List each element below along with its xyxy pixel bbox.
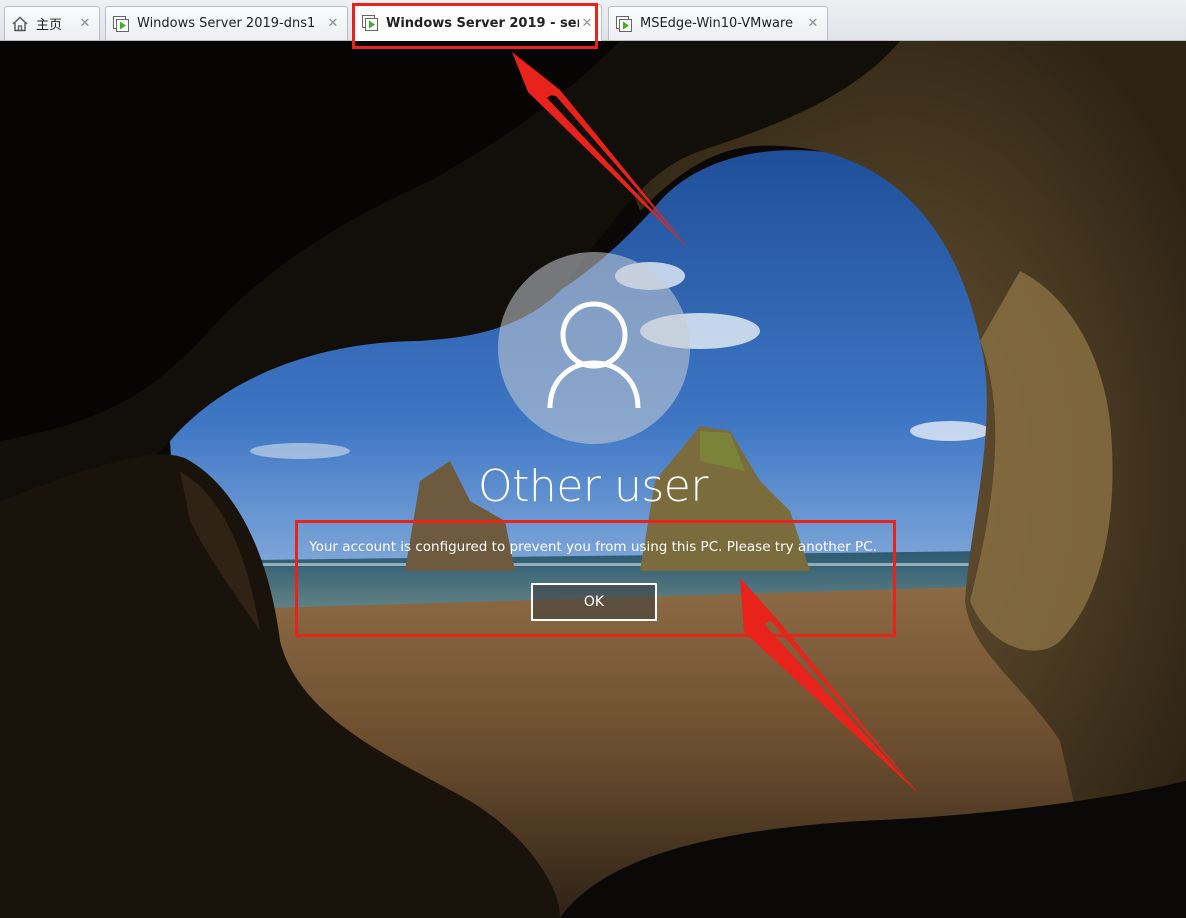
vm-display[interactable]: Other user Your account is configured to… bbox=[0, 41, 1186, 918]
tab-vm-dns1[interactable]: Windows Server 2019-dns1 ✕ bbox=[105, 6, 348, 40]
tab-label: Windows Server 2019-dns1 bbox=[137, 16, 316, 31]
vm-running-icon bbox=[112, 15, 130, 33]
ok-button[interactable]: OK bbox=[531, 583, 657, 621]
vm-running-icon bbox=[361, 14, 379, 32]
tab-vm-msedge[interactable]: MSEdge-Win10-VMware ✕ bbox=[608, 6, 828, 40]
vm-running-icon bbox=[615, 15, 633, 33]
tab-label: MSEdge-Win10-VMware bbox=[640, 16, 794, 31]
close-icon[interactable]: ✕ bbox=[77, 16, 93, 31]
tab-home[interactable]: 主页 ✕ bbox=[4, 6, 100, 40]
vm-tab-bar: 主页 ✕ Windows Server 2019-dns1 ✕ Windows … bbox=[0, 0, 1186, 41]
tab-vm-server-active[interactable]: Windows Server 2019 - ser... ✕ bbox=[354, 4, 602, 41]
user-avatar bbox=[498, 252, 690, 444]
user-name: Other user bbox=[478, 461, 708, 512]
close-icon[interactable]: ✕ bbox=[579, 16, 595, 31]
tab-home-label: 主页 bbox=[36, 18, 63, 33]
close-icon[interactable]: ✕ bbox=[805, 16, 821, 31]
error-message: Your account is configured to prevent yo… bbox=[309, 539, 877, 555]
close-icon[interactable]: ✕ bbox=[325, 16, 341, 31]
tab-label: Windows Server 2019 - ser... bbox=[386, 15, 579, 31]
home-icon bbox=[11, 15, 29, 33]
user-silhouette-icon bbox=[547, 301, 641, 409]
